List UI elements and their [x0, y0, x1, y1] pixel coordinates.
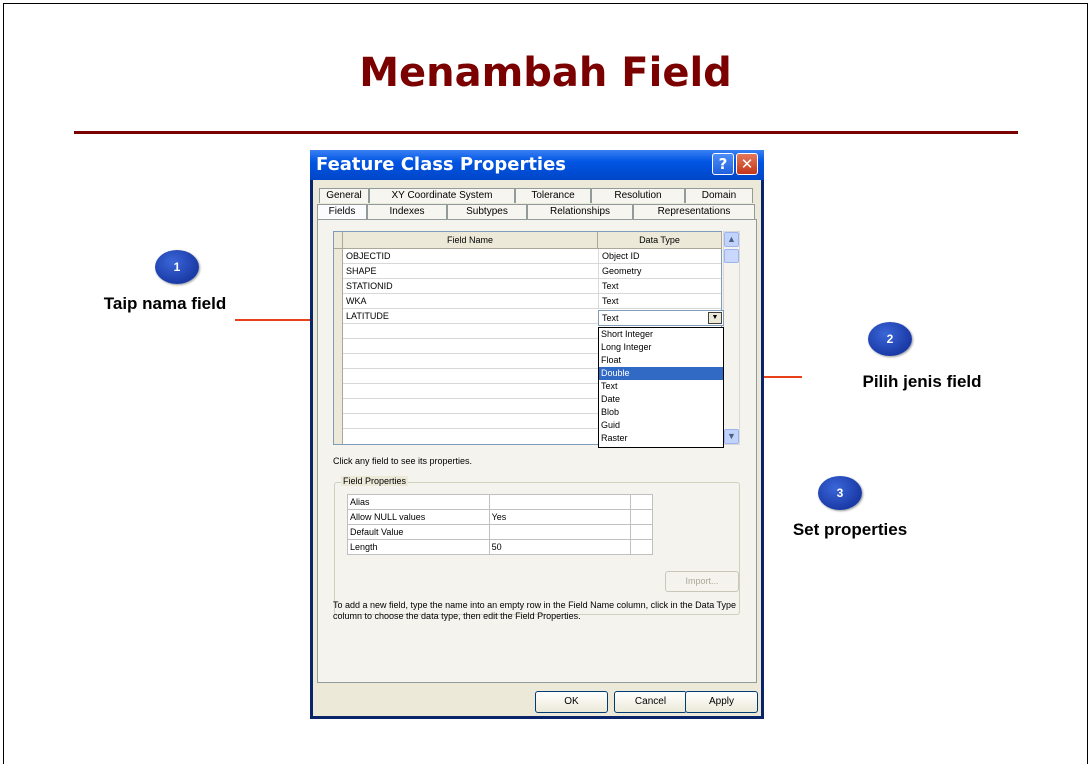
property-value[interactable]: 50: [488, 539, 632, 555]
help-icon[interactable]: ?: [712, 153, 734, 175]
table-row[interactable]: Length 50: [347, 539, 653, 555]
row-selector[interactable]: [334, 324, 343, 339]
import-button[interactable]: Import...: [665, 571, 739, 592]
arrow-1-line: [235, 319, 311, 321]
annotation-type-field-name: Taip nama field: [103, 294, 227, 313]
data-type-cell[interactable]: Text: [598, 294, 722, 309]
row-selector[interactable]: [334, 264, 343, 279]
field-name-cell[interactable]: STATIONID: [346, 280, 393, 293]
close-icon[interactable]: ✕: [736, 153, 758, 175]
table-row[interactable]: WKA Text: [334, 294, 721, 309]
dialog-titlebar[interactable]: Feature Class Properties ? ✕: [310, 150, 764, 180]
info-text: To add a new field, type the name into a…: [333, 600, 737, 621]
property-label: Alias: [347, 494, 490, 510]
field-name-cell[interactable]: LATITUDE: [346, 310, 389, 323]
table-row[interactable]: STATIONID Text: [334, 279, 721, 294]
row-selector[interactable]: [334, 414, 343, 429]
tab-general[interactable]: General: [319, 188, 369, 203]
step-bubble-3: 3: [818, 476, 862, 510]
property-value[interactable]: Yes: [488, 509, 632, 525]
property-extra[interactable]: [630, 539, 653, 555]
table-row[interactable]: OBJECTID Object ID: [334, 249, 721, 264]
ok-button[interactable]: OK: [535, 691, 608, 713]
table-row[interactable]: Alias: [347, 494, 653, 510]
title-divider: [74, 131, 1018, 134]
data-type-cell[interactable]: Geometry: [598, 264, 722, 279]
row-selector[interactable]: [334, 249, 343, 264]
chevron-down-icon[interactable]: ▼: [708, 312, 722, 324]
dropdown-option-float[interactable]: Float: [599, 354, 723, 367]
scroll-up-icon[interactable]: ▲: [724, 232, 739, 247]
property-extra[interactable]: [630, 524, 653, 540]
field-properties-table[interactable]: Alias Allow NULL values Yes Default Valu…: [347, 494, 653, 555]
cancel-button[interactable]: Cancel: [614, 691, 687, 713]
apply-button[interactable]: Apply: [685, 691, 758, 713]
column-header-field-name[interactable]: Field Name: [343, 232, 598, 249]
tab-domain[interactable]: Domain: [685, 188, 753, 203]
dropdown-option-blob[interactable]: Blob: [599, 406, 723, 419]
dropdown-option-long-integer[interactable]: Long Integer: [599, 341, 723, 354]
tab-indexes[interactable]: Indexes: [367, 204, 447, 219]
tab-tolerance[interactable]: Tolerance: [515, 188, 591, 203]
field-name-cell[interactable]: WKA: [346, 295, 367, 308]
row-selector[interactable]: [334, 279, 343, 294]
scroll-thumb[interactable]: [724, 249, 739, 263]
scroll-down-icon[interactable]: ▼: [724, 429, 739, 444]
row-selector[interactable]: [334, 399, 343, 414]
dropdown-option-double[interactable]: Double: [599, 367, 723, 380]
feature-class-properties-dialog: Feature Class Properties ? ✕ General XY …: [310, 150, 764, 719]
dropdown-option-guid[interactable]: Guid: [599, 419, 723, 432]
data-type-combo[interactable]: Text ▼: [598, 310, 724, 326]
property-extra[interactable]: [630, 509, 653, 525]
hint-text: Click any field to see its properties.: [333, 456, 473, 466]
property-label: Length: [347, 539, 490, 555]
step-bubble-1: 1: [155, 250, 199, 284]
property-label: Default Value: [347, 524, 490, 540]
tabs-row-front: Fields Indexes Subtypes Relationships Re…: [317, 204, 757, 220]
tab-fields[interactable]: Fields: [317, 204, 367, 220]
field-properties-legend: Field Properties: [341, 476, 409, 486]
property-extra[interactable]: [630, 494, 653, 510]
tab-resolution[interactable]: Resolution: [591, 188, 685, 203]
row-selector[interactable]: [334, 309, 343, 324]
field-name-cell[interactable]: SHAPE: [346, 265, 377, 278]
tab-representations[interactable]: Representations: [633, 204, 755, 219]
tabs-row-back: General XY Coordinate System Tolerance R…: [317, 188, 757, 203]
data-type-cell[interactable]: Object ID: [598, 249, 722, 264]
field-name-cell[interactable]: OBJECTID: [346, 250, 391, 263]
tab-xy-coordinate-system[interactable]: XY Coordinate System: [369, 188, 515, 203]
dialog-title: Feature Class Properties: [316, 154, 567, 175]
data-type-dropdown-list[interactable]: Short Integer Long Integer Float Double …: [598, 327, 724, 448]
table-row[interactable]: SHAPE Geometry: [334, 264, 721, 279]
data-type-combo-value: Text: [602, 313, 619, 323]
table-row[interactable]: Default Value: [347, 524, 653, 540]
grid-scrollbar[interactable]: ▲ ▼: [723, 231, 740, 445]
row-selector[interactable]: [334, 384, 343, 399]
row-selector[interactable]: [334, 369, 343, 384]
slide-title: Menambah Field: [359, 50, 732, 96]
data-type-cell[interactable]: Text: [598, 279, 722, 294]
property-value[interactable]: [488, 524, 632, 540]
dropdown-option-raster[interactable]: Raster: [599, 432, 723, 445]
column-header-data-type[interactable]: Data Type: [598, 232, 722, 249]
table-row[interactable]: Allow NULL values Yes: [347, 509, 653, 525]
property-value[interactable]: [488, 494, 632, 510]
row-selector[interactable]: [334, 354, 343, 369]
dropdown-option-text[interactable]: Text: [599, 380, 723, 393]
row-selector[interactable]: [334, 294, 343, 309]
tab-relationships[interactable]: Relationships: [527, 204, 633, 219]
dropdown-option-short-integer[interactable]: Short Integer: [599, 328, 723, 341]
row-selector[interactable]: [334, 339, 343, 354]
row-selector[interactable]: [334, 429, 343, 444]
tab-subtypes[interactable]: Subtypes: [447, 204, 527, 219]
property-label: Allow NULL values: [347, 509, 490, 525]
step-bubble-2: 2: [868, 322, 912, 356]
field-properties-group: Field Properties Alias Allow NULL values…: [334, 476, 740, 615]
annotation-choose-field-type: Pilih jenis field: [862, 372, 982, 391]
annotation-set-properties: Set properties: [792, 520, 908, 539]
dropdown-option-date[interactable]: Date: [599, 393, 723, 406]
grid-corner: [334, 232, 343, 249]
